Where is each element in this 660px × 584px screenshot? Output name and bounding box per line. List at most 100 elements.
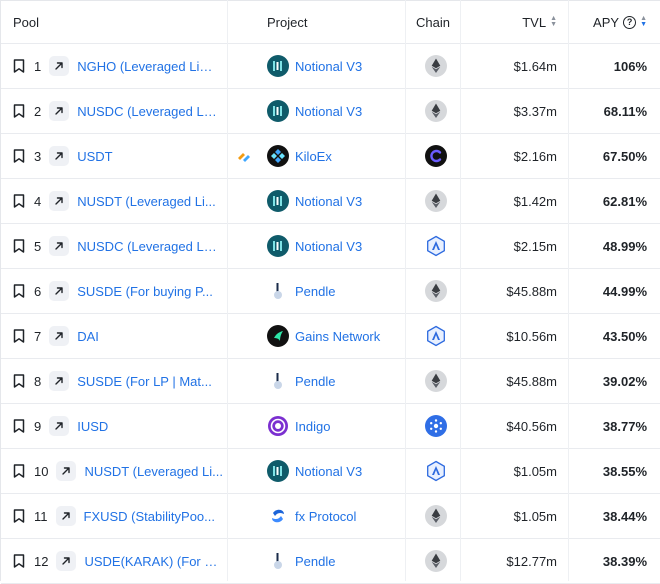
table-header: Pool Project Chain TVL ▲ ▼ APY ? ▲ ▼ bbox=[1, 0, 660, 44]
pool-link[interactable]: NUSDT (Leveraged Li... bbox=[84, 464, 223, 479]
bookmark-icon[interactable] bbox=[13, 464, 25, 478]
chain-column-header[interactable]: Chain bbox=[408, 1, 458, 43]
external-link-icon[interactable] bbox=[56, 551, 77, 571]
bookmark-icon[interactable] bbox=[13, 149, 25, 163]
pool-link[interactable]: USDE(KARAK) (For bu... bbox=[84, 554, 224, 569]
tvl-value: $2.16m bbox=[513, 148, 557, 164]
pool-link[interactable]: NGHO (Leveraged Liq... bbox=[77, 59, 217, 74]
pendle-icon bbox=[267, 280, 289, 302]
bookmark-icon[interactable] bbox=[13, 239, 25, 253]
apy-value: 38.39% bbox=[602, 553, 647, 569]
external-link-icon[interactable] bbox=[49, 326, 70, 346]
apy-value: 48.99% bbox=[602, 238, 647, 254]
apy-value: 68.11% bbox=[603, 103, 647, 119]
bookmark-icon[interactable] bbox=[13, 194, 25, 208]
pool-cell: 4 NUSDT (Leveraged Li... bbox=[13, 179, 228, 223]
external-link-icon[interactable] bbox=[49, 236, 70, 256]
bookmark-icon[interactable] bbox=[13, 554, 25, 568]
bookmark-icon[interactable] bbox=[13, 419, 25, 433]
table-row: 9 IUSD Indigo $40.56m 38.77% bbox=[1, 404, 660, 449]
rank-number: 10 bbox=[34, 463, 49, 479]
chain-cell bbox=[411, 269, 461, 313]
project-link[interactable]: Notional V3 bbox=[295, 194, 362, 209]
rank-number: 12 bbox=[34, 553, 49, 569]
chain-cell bbox=[411, 494, 461, 538]
external-link-icon[interactable] bbox=[49, 146, 70, 166]
pool-link[interactable]: SUSDE (For LP | Mat... bbox=[77, 374, 212, 389]
ethereum-icon bbox=[425, 280, 447, 302]
external-link-icon[interactable] bbox=[56, 461, 77, 481]
project-link[interactable]: Notional V3 bbox=[295, 464, 362, 479]
reward-badge-icon bbox=[237, 150, 251, 162]
project-link[interactable]: fx Protocol bbox=[295, 509, 356, 524]
sort-icon: ▲ ▼ bbox=[640, 15, 647, 28]
table-row: 8 SUSDE (For LP | Mat... Pendle $45.88m 39.0… bbox=[1, 359, 660, 404]
bookmark-icon[interactable] bbox=[13, 329, 25, 343]
pool-link[interactable]: NUSDT (Leveraged Li... bbox=[77, 194, 216, 209]
project-link[interactable]: Pendle bbox=[295, 284, 335, 299]
table-row: 7 DAI Gains Network $10.56m 43.50% bbox=[1, 314, 660, 359]
external-link-icon[interactable] bbox=[49, 101, 70, 121]
project-link[interactable]: Notional V3 bbox=[295, 59, 362, 74]
bookmark-icon[interactable] bbox=[13, 374, 25, 388]
project-link[interactable]: Pendle bbox=[295, 554, 335, 569]
rank-number: 9 bbox=[34, 418, 42, 434]
arbitrum-icon bbox=[425, 235, 447, 257]
rank-number: 2 bbox=[34, 103, 42, 119]
ethereum-icon bbox=[425, 505, 447, 527]
apy-column-header[interactable]: APY ? ▲ ▼ bbox=[569, 1, 647, 43]
bookmark-icon[interactable] bbox=[13, 509, 25, 523]
kiloex-icon bbox=[267, 145, 289, 167]
notional-icon bbox=[267, 235, 289, 257]
project-link[interactable]: Notional V3 bbox=[295, 104, 362, 119]
apy-value: 39.02% bbox=[602, 373, 647, 389]
external-link-icon[interactable] bbox=[55, 506, 76, 526]
external-link-icon[interactable] bbox=[49, 281, 70, 301]
pool-link[interactable]: FXUSD (StabilityPoo... bbox=[84, 509, 216, 524]
table-row: 1 NGHO (Leveraged Liq... Notional V3 $1.64m… bbox=[1, 44, 660, 89]
pool-column-header[interactable]: Pool bbox=[13, 1, 228, 43]
external-link-icon[interactable] bbox=[49, 416, 70, 436]
bookmark-icon[interactable] bbox=[13, 104, 25, 118]
tvl-value: $2.15m bbox=[513, 238, 557, 254]
bookmark-icon[interactable] bbox=[13, 59, 25, 73]
bookmark-icon[interactable] bbox=[13, 284, 25, 298]
pool-cell: 11 FXUSD (StabilityPoo... bbox=[13, 494, 228, 538]
project-link[interactable]: Indigo bbox=[295, 419, 330, 434]
rank-number: 11 bbox=[34, 508, 48, 524]
project-link[interactable]: Notional V3 bbox=[295, 239, 362, 254]
pool-link[interactable]: NUSDC (Leveraged Li... bbox=[77, 239, 217, 254]
pool-link[interactable]: NUSDC (Leveraged Li... bbox=[77, 104, 217, 119]
pool-cell: 9 IUSD bbox=[13, 404, 228, 448]
tvl-value: $45.88m bbox=[506, 373, 557, 389]
pendle-icon bbox=[267, 370, 289, 392]
external-link-icon[interactable] bbox=[49, 56, 70, 76]
project-link[interactable]: KiloEx bbox=[295, 149, 332, 164]
pool-link[interactable]: USDT bbox=[77, 149, 112, 164]
tvl-value: $45.88m bbox=[506, 283, 557, 299]
pool-link[interactable]: DAI bbox=[77, 329, 99, 344]
table-row: 6 SUSDE (For buying P... Pendle $45.88m 44.9… bbox=[1, 269, 660, 314]
project-link[interactable]: Gains Network bbox=[295, 329, 380, 344]
external-link-icon[interactable] bbox=[49, 371, 70, 391]
pool-cell: 1 NGHO (Leveraged Liq... bbox=[13, 44, 228, 88]
chain-cell bbox=[411, 224, 461, 268]
pool-link[interactable]: IUSD bbox=[77, 419, 108, 434]
external-link-icon[interactable] bbox=[49, 191, 70, 211]
ethereum-icon bbox=[425, 100, 447, 122]
project-link[interactable]: Pendle bbox=[295, 374, 335, 389]
cardano-icon bbox=[425, 415, 447, 437]
fx-protocol-icon bbox=[267, 505, 289, 527]
column-divider bbox=[460, 0, 461, 581]
pool-cell: 5 NUSDC (Leveraged Li... bbox=[13, 224, 228, 268]
chain-cell bbox=[411, 179, 461, 223]
column-divider bbox=[568, 0, 569, 581]
pool-link[interactable]: SUSDE (For buying P... bbox=[77, 284, 213, 299]
table-row: 12 USDE(KARAK) (For bu... Pendle $12.77m 38.… bbox=[1, 539, 660, 584]
ethereum-icon bbox=[425, 190, 447, 212]
arbitrum-icon bbox=[425, 460, 447, 482]
tvl-column-header[interactable]: TVL ▲ ▼ bbox=[463, 1, 557, 43]
pools-table: Pool Project Chain TVL ▲ ▼ APY ? ▲ ▼ 1 NGHO… bbox=[0, 0, 660, 584]
help-icon[interactable]: ? bbox=[623, 15, 637, 29]
tvl-value: $40.56m bbox=[506, 418, 557, 434]
